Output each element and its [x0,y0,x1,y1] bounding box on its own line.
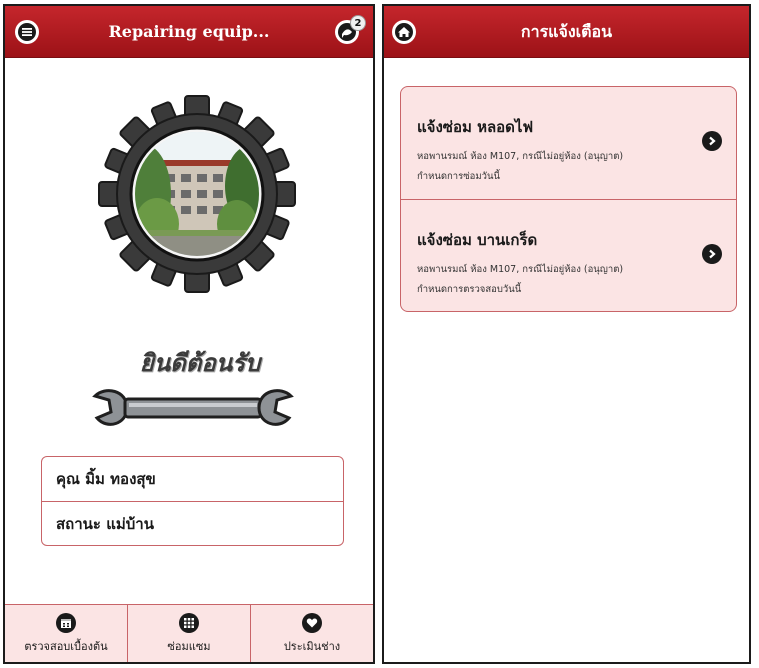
page-title: การแจ้งเตือน [520,22,613,41]
wrench-icon [83,376,303,436]
tab-label: ตรวจสอบเบื้องต้น [24,640,108,653]
home-screen: Repairing equip... 2 ยินดีต้อนรับ คุณ มิ… [3,4,375,664]
notification-note: กำหนดการตรวจสอบวันนี้ [417,284,522,295]
calendar-icon [56,613,76,633]
notification-location: หอพานรมณ์ ห้อง M107, กรณีไม่อยู่ห้อง (อน… [417,264,624,275]
tab-label: ประเมินช่าง [283,640,341,653]
user-info-card: คุณ มิ้ม ทองสุข สถานะ แม่บ้าน [41,456,344,546]
heart-icon [302,613,322,633]
chevron-right-icon[interactable] [702,131,722,151]
notification-item[interactable]: แจ้งซ่อม หลอดไฟ หอพานรมณ์ ห้อง M107, กรณ… [401,87,736,199]
notifications-screen: การแจ้งเตือน แจ้งซ่อม หลอดไฟ หอพานรมณ์ ห… [382,4,751,664]
home-icon [393,21,415,43]
notification-list: แจ้งซ่อม หลอดไฟ หอพานรมณ์ ห้อง M107, กรณ… [400,86,737,312]
notification-title: แจ้งซ่อม หลอดไฟ [417,118,534,136]
tab-basic-check[interactable]: ตรวจสอบเบื้องต้น [5,605,127,662]
notification-item[interactable]: แจ้งซ่อม บานเกร็ด หอพานรมณ์ ห้อง M107, ก… [401,199,736,311]
user-name: คุณ มิ้ม ทองสุข [56,470,156,488]
tab-label: ซ่อมแซม [167,640,211,653]
notification-count-badge: 2 [350,15,366,31]
app-header: Repairing equip... 2 [5,6,373,58]
chevron-right-icon[interactable] [702,244,722,264]
notification-button[interactable]: 2 [335,15,366,44]
user-status: สถานะ แม่บ้าน [42,501,343,545]
bottom-tab-bar: ตรวจสอบเบื้องต้น ซ่อมแซม ประเมินช่าง [5,604,373,662]
tab-repair[interactable]: ซ่อมแซม [127,605,250,662]
notification-title: แจ้งซ่อม บานเกร็ด [417,231,538,249]
tab-rate-technician[interactable]: ประเมินช่าง [250,605,373,662]
menu-button[interactable] [15,20,39,44]
notification-location: หอพานรมณ์ ห้อง M107, กรณีไม่อยู่ห้อง (อน… [417,151,624,162]
gear-logo [97,94,297,294]
app-title: Repairing equip... [108,22,270,41]
grid-icon [179,613,199,633]
notification-note: กำหนดการซ่อมวันนี้ [417,171,500,182]
home-button[interactable] [392,20,416,44]
app-header: การแจ้งเตือน [384,6,749,58]
menu-icon [16,21,38,43]
